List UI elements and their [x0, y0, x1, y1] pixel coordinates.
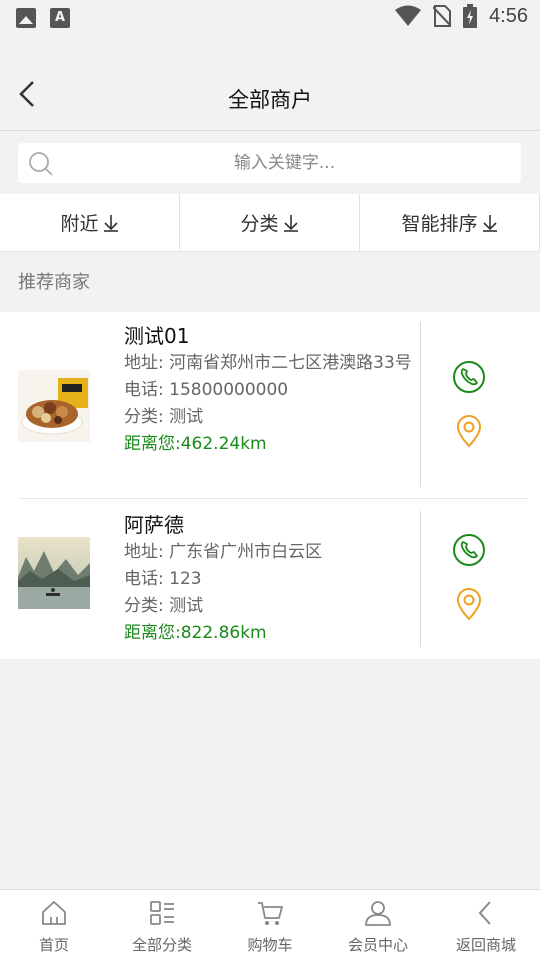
merchant-item[interactable]: 阿萨德 地址: 广东省广州市白云区 电话: 123 分类: 测试 距离您:822… — [0, 499, 540, 659]
call-button[interactable] — [450, 531, 488, 569]
merchant-phone: 电话: 15800000000 — [124, 380, 289, 400]
filter-bar: 附近 分类 智能排序 — [0, 194, 540, 252]
battery-icon — [463, 4, 478, 28]
filter-category[interactable]: 分类 — [180, 194, 360, 251]
divider — [420, 322, 421, 487]
tab-label: 首页 — [38, 936, 69, 954]
tab-cart[interactable]: 购物车 — [216, 890, 324, 960]
tab-label: 返回商城 — [455, 936, 516, 954]
search-bar — [0, 131, 540, 193]
phone-icon — [453, 361, 485, 393]
arrow-down-icon — [482, 214, 498, 232]
section-label: 推荐商家 — [18, 272, 90, 293]
location-pin-icon — [456, 415, 482, 448]
filter-label: 智能排序 — [401, 213, 478, 235]
phone-icon — [453, 534, 485, 566]
bottom-tab-bar: 首页 全部分类 购物车 会员中心 返回商城 — [0, 889, 540, 960]
wifi-icon — [395, 5, 422, 26]
page-title: 全部商户 — [228, 88, 312, 112]
merchant-phone: 电话: 123 — [124, 569, 202, 589]
home-icon — [40, 898, 68, 928]
arrow-down-icon — [283, 214, 299, 232]
tab-all-categories[interactable]: 全部分类 — [108, 890, 216, 960]
search-input[interactable] — [58, 143, 511, 183]
tab-back-to-mall[interactable]: 返回商城 — [432, 890, 540, 960]
merchant-category: 分类: 测试 — [124, 596, 204, 616]
merchant-thumbnail — [18, 370, 90, 442]
category-icon — [148, 898, 176, 928]
merchant-address: 地址: 广东省广州市白云区 — [124, 542, 323, 562]
user-icon — [364, 898, 392, 928]
merchant-address: 地址: 河南省郑州市二七区港澳路33号 — [124, 353, 412, 373]
tab-label: 会员中心 — [347, 936, 408, 954]
tab-label: 全部分类 — [131, 936, 192, 954]
call-button[interactable] — [450, 358, 488, 396]
search-icon — [29, 152, 53, 176]
filter-smart-sort[interactable]: 智能排序 — [360, 194, 540, 251]
merchant-name: 测试01 — [124, 324, 190, 348]
merchant-name: 阿萨德 — [124, 513, 184, 537]
search-box[interactable] — [18, 143, 521, 183]
merchant-category: 分类: 测试 — [124, 407, 204, 427]
merchant-distance: 距离您:822.86km — [124, 623, 267, 643]
image-icon — [16, 8, 36, 28]
filter-label: 分类 — [240, 213, 279, 235]
cart-icon — [256, 898, 284, 928]
arrow-down-icon — [103, 214, 119, 232]
status-time: 4:56 — [489, 4, 528, 27]
no-sim-icon — [433, 5, 452, 27]
merchant-thumbnail — [18, 537, 90, 609]
location-button[interactable] — [450, 585, 488, 623]
merchant-item[interactable]: 测试01 地址: 河南省郑州市二七区港澳路33号 电话: 15800000000… — [0, 312, 540, 499]
tab-home[interactable]: 首页 — [0, 890, 108, 960]
tab-label: 购物车 — [247, 936, 293, 954]
header: 全部商户 — [0, 36, 540, 131]
divider — [420, 511, 421, 647]
merchant-list: 测试01 地址: 河南省郑州市二七区港澳路33号 电话: 15800000000… — [0, 312, 540, 659]
filter-label: 附近 — [60, 213, 99, 235]
location-pin-icon — [456, 588, 482, 621]
status-bar: A 4:56 — [0, 0, 540, 36]
filter-nearby[interactable]: 附近 — [0, 194, 180, 251]
text-icon: A — [50, 8, 70, 28]
tab-member-center[interactable]: 会员中心 — [324, 890, 432, 960]
back-icon — [472, 898, 500, 928]
location-button[interactable] — [450, 412, 488, 450]
merchant-distance: 距离您:462.24km — [124, 434, 267, 454]
